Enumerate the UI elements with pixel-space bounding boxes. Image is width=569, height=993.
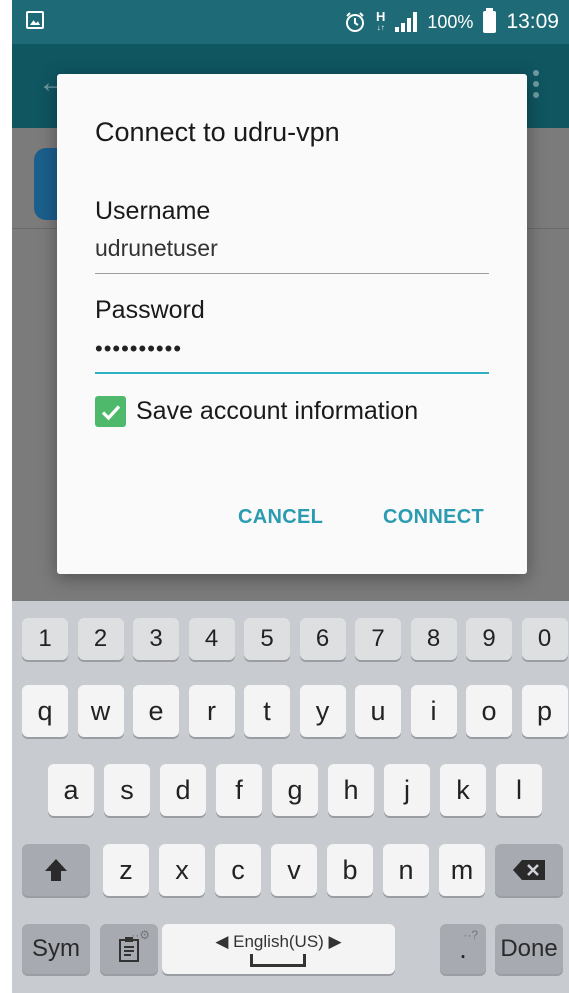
alarm-icon	[344, 11, 366, 33]
key-0[interactable]: 0	[521, 618, 568, 660]
space-key[interactable]: ◀ English(US) ▶	[162, 924, 395, 974]
key-b[interactable]: b	[327, 844, 373, 896]
status-icons: H ↓↑ 100% 13:09	[344, 0, 559, 44]
key-e[interactable]: e	[133, 685, 179, 737]
password-underline	[95, 372, 489, 374]
checkmark-icon	[101, 404, 120, 420]
period-key[interactable]: ··? .	[440, 924, 486, 974]
key-x[interactable]: x	[159, 844, 205, 896]
key-7[interactable]: 7	[355, 618, 401, 660]
save-account-checkbox[interactable]	[95, 396, 126, 427]
key-8[interactable]: 8	[410, 618, 457, 660]
clock: 13:09	[506, 10, 559, 33]
space-language-label: ◀ English(US) ▶	[215, 931, 342, 951]
gallery-icon	[26, 11, 44, 29]
key-r[interactable]: r	[188, 685, 235, 737]
key-y[interactable]: y	[299, 685, 346, 737]
key-s[interactable]: s	[104, 764, 150, 816]
save-account-row[interactable]: Save account information	[95, 396, 418, 427]
key-g[interactable]: g	[272, 764, 318, 816]
key-v[interactable]: v	[271, 844, 317, 896]
key-o[interactable]: o	[466, 685, 512, 737]
key-n[interactable]: n	[383, 844, 429, 896]
sym-key[interactable]: Sym	[22, 924, 90, 974]
key-u[interactable]: u	[355, 685, 401, 737]
key-h[interactable]: h	[328, 764, 374, 816]
shift-arrow-icon	[45, 859, 67, 881]
password-label: Password	[95, 296, 205, 324]
key-k[interactable]: k	[440, 764, 486, 816]
key-q[interactable]: q	[22, 685, 68, 737]
network-type-icon: H ↓↑	[376, 9, 386, 32]
key-p[interactable]: p	[521, 685, 568, 737]
key-c[interactable]: c	[215, 844, 261, 896]
key-z[interactable]: z	[103, 844, 149, 896]
battery-icon	[483, 8, 497, 33]
key-1[interactable]: 1	[22, 618, 68, 660]
connect-button[interactable]: CONNECT	[383, 506, 484, 529]
vpn-connect-dialog: Connect to udru-vpn Username udrunetuser…	[57, 74, 527, 574]
key-m[interactable]: m	[439, 844, 485, 896]
dialog-title: Connect to udru-vpn	[95, 117, 340, 147]
key-5[interactable]: 5	[244, 618, 290, 660]
done-key[interactable]: Done	[495, 924, 563, 974]
cancel-button[interactable]: CANCEL	[238, 506, 323, 529]
overflow-menu-icon	[533, 70, 539, 98]
clipboard-key[interactable]: ··⚙	[100, 924, 158, 974]
username-underline	[95, 273, 489, 274]
backspace-key[interactable]	[495, 844, 563, 896]
key-d[interactable]: d	[160, 764, 206, 816]
backspace-icon	[513, 860, 545, 880]
key-2[interactable]: 2	[77, 618, 124, 660]
key-3[interactable]: 3	[133, 618, 179, 660]
save-account-label: Save account information	[136, 397, 419, 425]
shift-key[interactable]	[22, 844, 90, 896]
key-9[interactable]: 9	[466, 618, 512, 660]
status-bar: H ↓↑ 100% 13:09	[12, 0, 569, 44]
key-t[interactable]: t	[244, 685, 290, 737]
password-field[interactable]: ••••••••••	[95, 336, 182, 362]
key-a[interactable]: a	[48, 764, 94, 816]
key-l[interactable]: l	[496, 764, 542, 816]
key-i[interactable]: i	[410, 685, 457, 737]
key-6[interactable]: 6	[299, 618, 346, 660]
key-w[interactable]: w	[77, 685, 124, 737]
username-field[interactable]: udrunetuser	[95, 235, 218, 262]
key-4[interactable]: 4	[188, 618, 235, 660]
key-j[interactable]: j	[384, 764, 430, 816]
key-f[interactable]: f	[216, 764, 262, 816]
username-label: Username	[95, 197, 211, 225]
signal-icon	[395, 12, 418, 32]
battery-percent: 100%	[427, 11, 474, 32]
soft-keyboard: Sym ··⚙ ◀ English(US) ▶ ··? . Done 12345…	[12, 601, 569, 993]
